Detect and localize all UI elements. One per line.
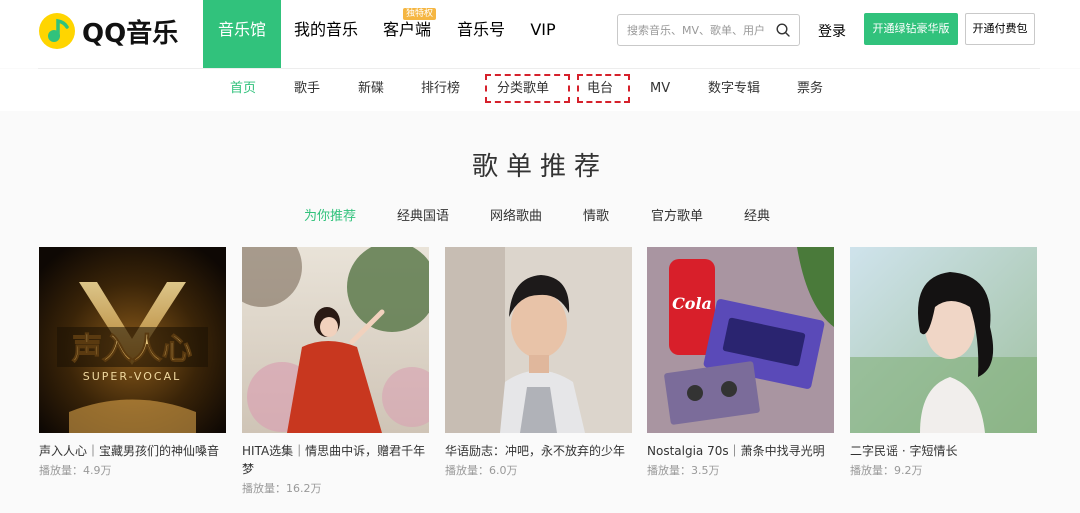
search-input[interactable] — [618, 15, 768, 45]
playlist-card[interactable]: HITA选集｜情思曲中诉，赠君千年梦 播放量：16.2万 — [242, 247, 429, 496]
nav-label: 我的音乐 — [293, 20, 358, 39]
playlist-play-count: 播放量：6.0万 — [445, 464, 518, 477]
playlist-play-count: 播放量：9.2万 — [850, 464, 923, 477]
highlight-box-category — [485, 74, 570, 103]
nav-my-music[interactable]: 我的音乐 — [281, 0, 371, 68]
cover-subtitle-text: SUPER-VOCAL — [83, 370, 181, 383]
nav-badge: 独特权 — [403, 8, 437, 20]
playlist-title[interactable]: 声入人心｜宝藏男孩们的神仙嗓音 — [39, 442, 226, 460]
top-header: QQ音乐 音乐馆 我的音乐 客户端 独特权 音乐号 VIP 登录 开通绿钻豪华版… — [0, 0, 1080, 68]
section-title: 歌单推荐 — [471, 152, 608, 182]
playlist-title[interactable]: 二字民谣 · 字短情长 — [850, 442, 1037, 460]
playlist-cover[interactable] — [445, 247, 632, 433]
logo-icon — [39, 13, 75, 49]
playlist-tabs: 为你推荐 经典国语 网络歌曲 情歌 官方歌单 经典 — [0, 205, 1080, 225]
nav-music-account[interactable]: 音乐号 — [443, 0, 519, 68]
subnav-digital-albums[interactable]: 数字专辑 — [708, 69, 760, 111]
playlist-play-count: 播放量：3.5万 — [647, 464, 720, 477]
subnav-singers[interactable]: 歌手 — [294, 69, 320, 111]
nav-label: VIP — [530, 20, 556, 39]
playlist-title[interactable]: 华语励志：冲吧，永不放弃的少年 — [445, 442, 632, 460]
nav-label: 音乐馆 — [217, 20, 266, 39]
search-box — [617, 14, 800, 46]
subnav-charts[interactable]: 排行榜 — [421, 69, 460, 111]
subnav-tickets[interactable]: 票务 — [797, 69, 823, 111]
subnav-new-albums[interactable]: 新碟 — [358, 69, 384, 111]
playlist-play-count: 播放量：16.2万 — [242, 482, 322, 495]
sub-nav: 首页 歌手 新碟 排行榜 分类歌单 电台 MV 数字专辑 票务 — [0, 69, 1080, 111]
login-link[interactable]: 登录 — [818, 21, 846, 41]
logo[interactable]: QQ音乐 — [38, 12, 178, 50]
playlist-cover[interactable]: 声入人心 SUPER-VOCAL — [39, 247, 226, 433]
tab-for-you[interactable]: 为你推荐 — [304, 205, 356, 224]
tab-classics[interactable]: 经典 — [744, 205, 770, 224]
subnav-mv[interactable]: MV — [650, 69, 670, 111]
playlist-card[interactable]: 华语励志：冲吧，永不放弃的少年 播放量：6.0万 — [445, 247, 632, 478]
playlist-cover[interactable]: Cola — [647, 247, 834, 433]
playlist-cover[interactable] — [850, 247, 1037, 433]
nav-music-hall[interactable]: 音乐馆 — [203, 0, 281, 68]
tab-love-songs[interactable]: 情歌 — [583, 205, 609, 224]
playlist-title[interactable]: HITA选集｜情思曲中诉，赠君千年梦 — [242, 442, 429, 478]
nav-label: 客户端 — [382, 20, 431, 39]
tab-internet-songs[interactable]: 网络歌曲 — [490, 205, 542, 224]
nav-client[interactable]: 客户端 独特权 — [371, 0, 443, 68]
cover-title-text: 声入人心 — [72, 332, 192, 367]
playlist-cover[interactable] — [242, 247, 429, 433]
open-green-diamond-button[interactable]: 开通绿钻豪华版 — [864, 13, 958, 45]
cover-can-text: Cola — [672, 294, 712, 313]
search-icon[interactable] — [776, 23, 790, 37]
nav-label: 音乐号 — [456, 20, 505, 39]
tab-classic-mandarin[interactable]: 经典国语 — [397, 205, 449, 224]
logo-text: QQ音乐 — [82, 18, 179, 49]
nav-vip[interactable]: VIP — [519, 0, 567, 68]
playlist-card[interactable]: Cola Nostalgia 70s｜萧条中找寻光明 播放量：3.5万 — [647, 247, 834, 478]
open-paid-pack-button[interactable]: 开通付费包 — [965, 13, 1035, 45]
playlist-play-count: 播放量：4.9万 — [39, 464, 112, 477]
playlist-title[interactable]: Nostalgia 70s｜萧条中找寻光明 — [647, 442, 834, 460]
main-nav: 音乐馆 我的音乐 客户端 独特权 音乐号 VIP — [203, 0, 567, 68]
playlist-card[interactable]: 声入人心 SUPER-VOCAL 声入人心｜宝藏男孩们的神仙嗓音 播放量：4.9… — [39, 247, 226, 478]
highlight-box-radio — [577, 74, 630, 103]
subnav-home[interactable]: 首页 — [230, 69, 256, 111]
tab-official-playlists[interactable]: 官方歌单 — [651, 205, 703, 224]
playlist-card[interactable]: 二字民谣 · 字短情长 播放量：9.2万 — [850, 247, 1037, 478]
